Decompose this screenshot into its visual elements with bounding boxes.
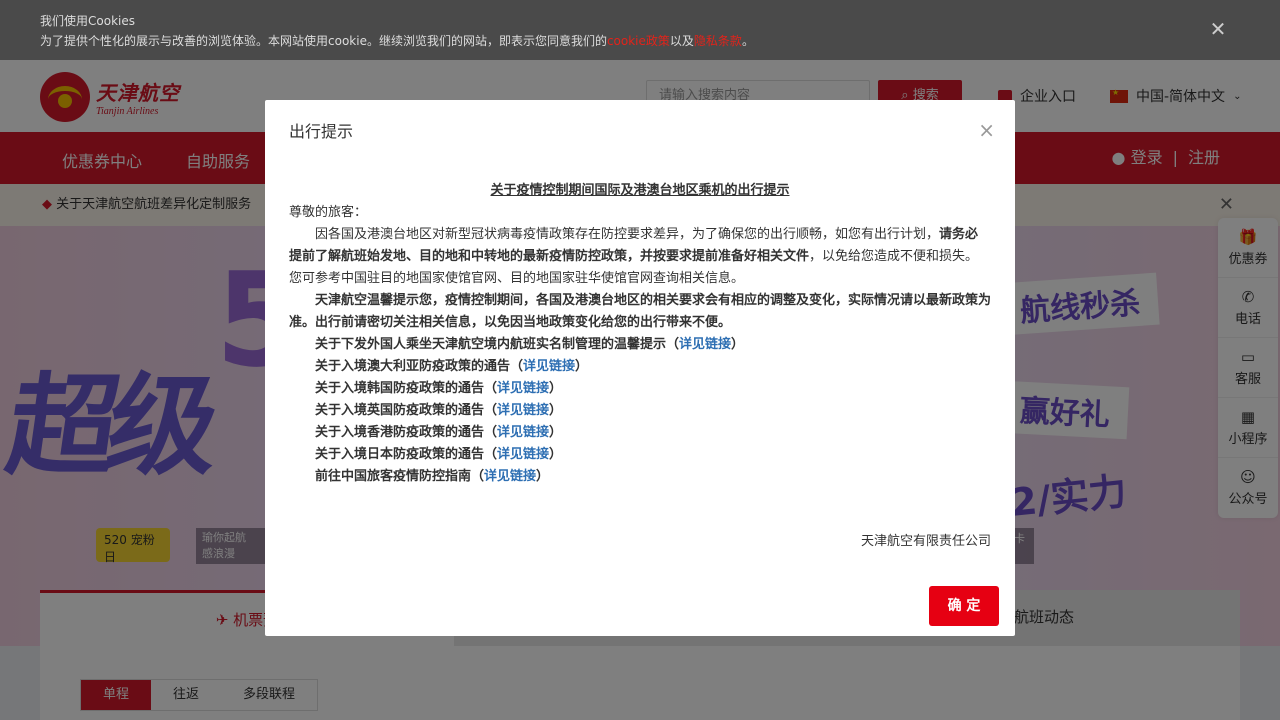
travel-notice-modal: 出行提示 × 关于疫情控制期间国际及港澳台地区乘机的出行提示 尊敬的旅客： 因各… <box>265 100 1015 636</box>
notice-heading: 关于疫情控制期间国际及港澳台地区乘机的出行提示 <box>490 183 790 198</box>
notice-link-item: 关于入境日本防疫政策的通告（详见链接） <box>315 447 563 462</box>
close-icon[interactable]: × <box>978 120 995 140</box>
paragraph-2: 天津航空温馨提示您，疫情控制期间，各国及港澳台地区的相关要求会有相应的调整及变化… <box>289 293 992 330</box>
details-link[interactable]: 详见链接 <box>484 469 536 484</box>
greeting: 尊敬的旅客： <box>289 205 368 220</box>
cookie-text-mid: 以及 <box>669 34 694 48</box>
notice-link-item: 关于入境韩国防疫政策的通告（详见链接） <box>315 381 563 396</box>
cookie-text: 为了提供个性化的展示与改善的浏览体验。本网站使用cookie。继续浏览我们的网站… <box>40 31 1240 51</box>
details-link[interactable]: 详见链接 <box>523 359 575 374</box>
notice-link-item: 关于入境香港防疫政策的通告（详见链接） <box>315 425 563 440</box>
modal-body: 关于疫情控制期间国际及港澳台地区乘机的出行提示 尊敬的旅客： 因各国及港澳台地区… <box>289 180 991 488</box>
cookie-text-before: 为了提供个性化的展示与改善的浏览体验。本网站使用cookie。继续浏览我们的网站… <box>40 34 607 48</box>
details-link[interactable]: 详见链接 <box>497 381 549 396</box>
notice-link-item: 关于入境英国防疫政策的通告（详见链接） <box>315 403 563 418</box>
details-link[interactable]: 详见链接 <box>679 337 731 352</box>
cookie-text-after: 。 <box>741 34 754 48</box>
modal-title: 出行提示 <box>289 122 354 141</box>
notice-link-item: 关于下发外国人乘坐天津航空境内航班实名制管理的温馨提示（详见链接） <box>315 337 745 352</box>
details-link[interactable]: 详见链接 <box>497 403 549 418</box>
close-icon[interactable]: ✕ <box>1206 17 1230 41</box>
details-link[interactable]: 详见链接 <box>497 447 549 462</box>
cookie-title: 我们使用Cookies <box>40 14 135 28</box>
notice-link-item: 关于入境澳大利亚防疫政策的通告（详见链接） <box>315 359 589 374</box>
company-signature: 天津航空有限责任公司 <box>860 534 991 549</box>
confirm-button[interactable]: 确 定 <box>929 586 999 626</box>
cookie-policy-link[interactable]: cookie政策 <box>607 34 670 48</box>
privacy-policy-link[interactable]: 隐私条款 <box>694 34 742 48</box>
notice-link-item: 前往中国旅客疫情防控指南（详见链接） <box>315 469 550 484</box>
cookie-banner: 我们使用Cookies 为了提供个性化的展示与改善的浏览体验。本网站使用cook… <box>0 0 1280 60</box>
paragraph-1: 因各国及港澳台地区对新型冠状病毒疫情政策存在防控要求差异，为了确保您的出行顺畅，… <box>289 227 979 286</box>
details-link[interactable]: 详见链接 <box>497 425 549 440</box>
